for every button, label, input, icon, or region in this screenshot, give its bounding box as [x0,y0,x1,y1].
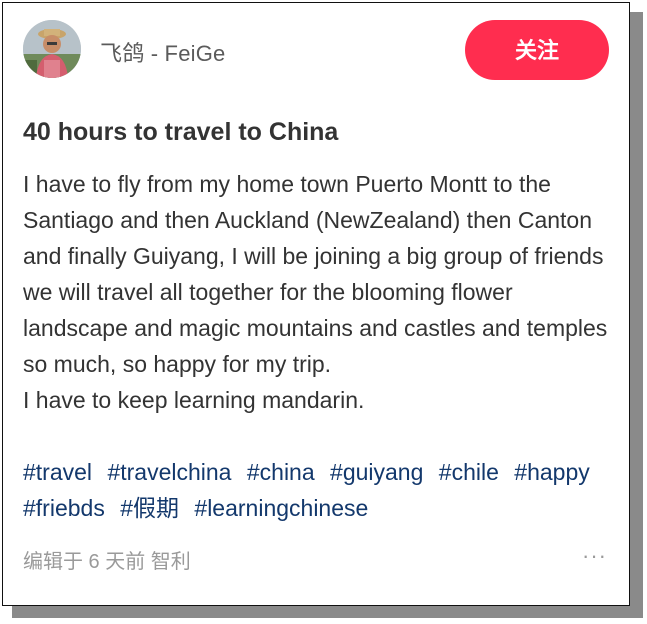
hashtag-link[interactable]: #friebds [23,490,105,526]
hashtag-list: #travel #travelchina #china #guiyang #ch… [23,454,619,526]
hashtag-link[interactable]: #chile [439,454,499,490]
post-body: I have to fly from my home town Puerto M… [23,166,619,418]
hashtag-link[interactable]: #guiyang [330,454,423,490]
avatar-image [23,20,81,78]
avatar[interactable] [23,20,81,78]
post-header: 飞鸽 - FeiGe 关注 [23,20,613,80]
hashtag-link[interactable]: #china [247,454,315,490]
post-footer: 编辑于 6 天前 智利 ··· [23,543,613,573]
author-name[interactable]: 飞鸽 - FeiGe [100,36,225,68]
hashtag-link[interactable]: #learningchinese [194,490,368,526]
hashtag-link[interactable]: #travelchina [107,454,231,490]
post-title: 40 hours to travel to China [23,118,339,146]
ellipsis-icon[interactable]: ··· [582,543,607,569]
post-card: 飞鸽 - FeiGe 关注 40 hours to travel to Chin… [2,2,630,606]
hashtag-link[interactable]: #假期 [120,490,179,526]
hashtag-link[interactable]: #happy [514,454,589,490]
follow-button[interactable]: 关注 [465,20,609,80]
post-body-paragraph: I have to fly from my home town Puerto M… [23,171,608,377]
hashtag-link[interactable]: #travel [23,454,92,490]
post-meta: 编辑于 6 天前 智利 [23,551,191,573]
post-body-paragraph: I have to keep learning mandarin. [23,387,365,413]
